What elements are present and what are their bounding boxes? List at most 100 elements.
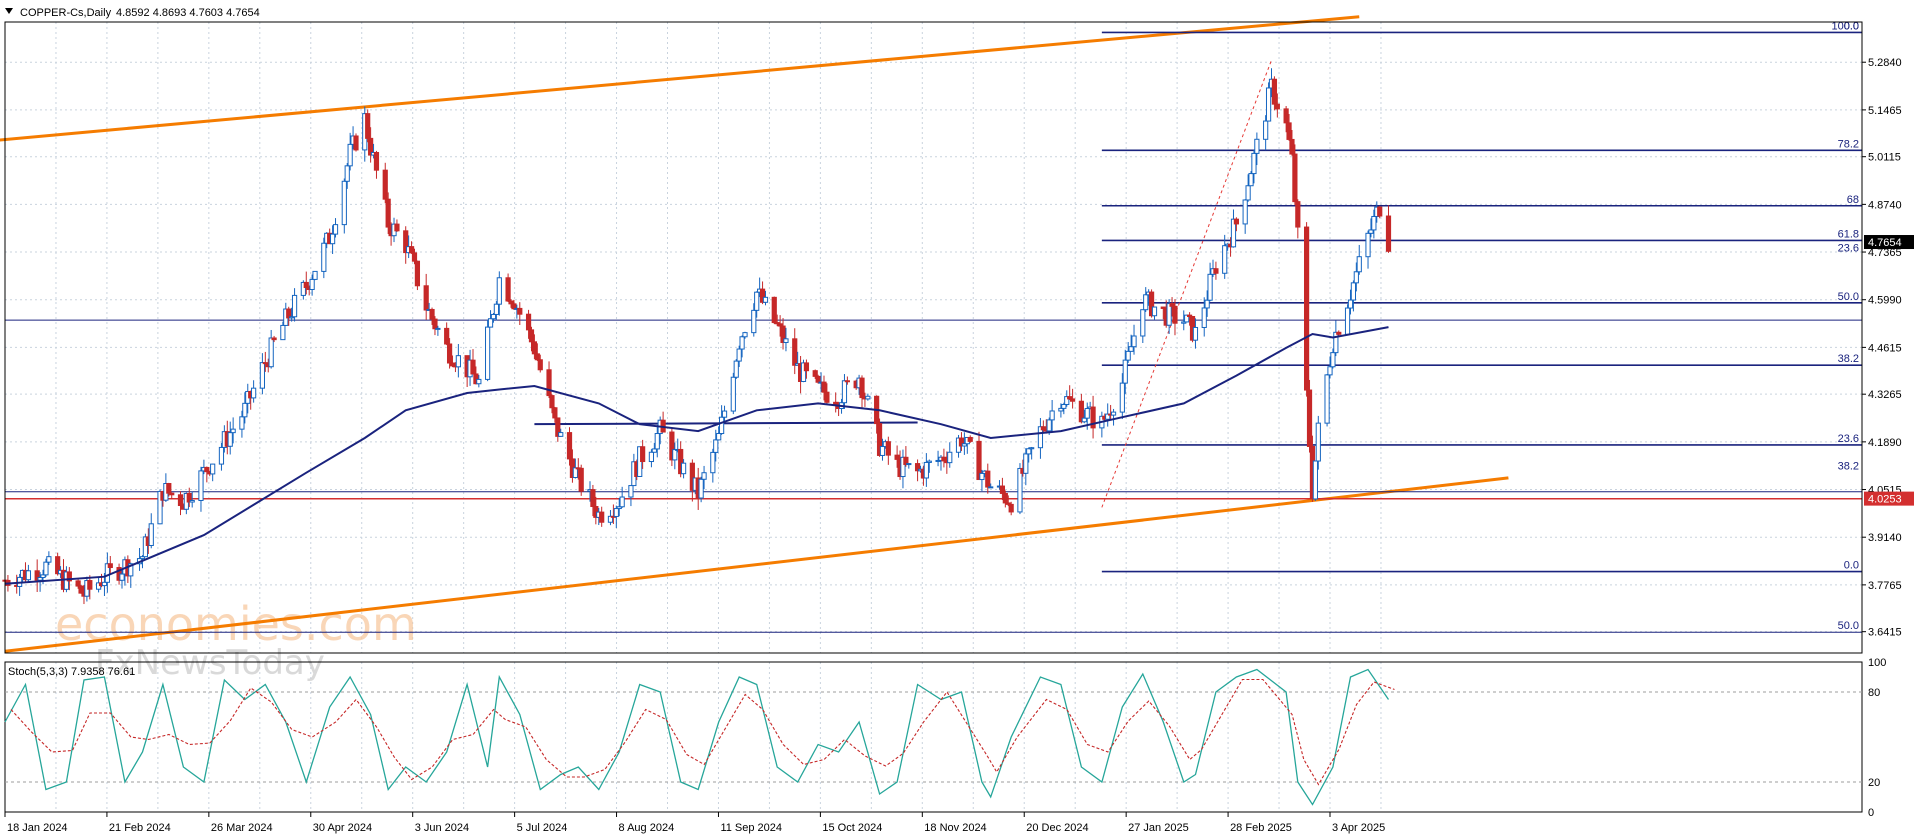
candle-body (1119, 382, 1125, 413)
candle-body (762, 296, 769, 303)
candle-body (78, 585, 84, 594)
candle-body (640, 446, 646, 463)
x-tick-label: 3 Jun 2024 (415, 822, 469, 834)
x-tick-label: 30 Apr 2024 (313, 822, 372, 834)
candle-body (941, 456, 947, 462)
candle-body (552, 407, 558, 419)
candle-body (713, 439, 719, 453)
candle-body (107, 563, 113, 569)
candle-body (303, 281, 309, 289)
candle-body (979, 472, 985, 481)
candle-body (783, 338, 789, 344)
candle-body (672, 449, 678, 461)
candle-body (75, 580, 81, 587)
candle-body (198, 470, 204, 501)
candle-body (119, 573, 125, 581)
candle-body (815, 375, 821, 383)
x-tick-label: 18 Jan 2024 (7, 822, 68, 834)
candle-body (455, 355, 461, 368)
candle-body (739, 336, 745, 350)
candle-body (1233, 218, 1240, 225)
candle-body (177, 494, 184, 507)
candle-body (429, 308, 435, 320)
fib-level-label: 50.0 (1838, 291, 1859, 303)
candle-body (373, 151, 380, 171)
candle-body (736, 348, 742, 362)
candle-body (599, 511, 605, 523)
candle-body (1081, 417, 1087, 423)
candle-body (648, 451, 655, 463)
candle-body (549, 395, 555, 409)
candle-body (394, 223, 400, 232)
candle-body (1377, 206, 1383, 217)
candle-body (490, 313, 497, 320)
candle-body (879, 446, 886, 456)
candle-body (985, 470, 991, 488)
candle-body (385, 198, 391, 228)
candle-body (721, 410, 728, 418)
x-tick-label: 26 Mar 2024 (211, 822, 273, 834)
candle-body (435, 327, 441, 330)
fib-level-label: 38.2 (1838, 461, 1859, 473)
candle-body (590, 489, 596, 507)
candle-body (1213, 268, 1219, 274)
candle-body (487, 318, 494, 328)
y-tick-label: 5.0115 (1868, 152, 1901, 164)
candle-body (1312, 460, 1318, 500)
candle-body (332, 224, 339, 235)
candle-body (321, 242, 327, 272)
y-tick-label: 4.5990 (1868, 295, 1902, 307)
candle-body (329, 233, 336, 245)
candle-body (309, 278, 315, 290)
candle-body (46, 556, 52, 563)
candle-body (1222, 245, 1228, 274)
candle-body (242, 402, 248, 418)
candle-body (1306, 389, 1313, 447)
candle-body (680, 462, 687, 475)
fib-level-label: 50.0 (1838, 620, 1859, 632)
candle-body (1002, 492, 1008, 504)
candle-body (1330, 352, 1336, 368)
candle-body (1336, 331, 1342, 335)
y-tick-label: 3.9140 (1868, 532, 1902, 544)
candle-body (312, 270, 318, 280)
candle-body (1327, 366, 1333, 376)
candle-body (1151, 306, 1158, 317)
candle-body (271, 337, 277, 341)
candle-body (1128, 346, 1134, 352)
candle-body (1344, 307, 1351, 335)
candle-body (87, 580, 93, 590)
candle-body (531, 341, 538, 355)
candle-body (923, 461, 929, 479)
candle-body (578, 467, 584, 492)
candle-body (1368, 229, 1374, 234)
candle-body (166, 483, 172, 494)
candle-body (1371, 215, 1377, 231)
x-tick-label: 28 Feb 2025 (1230, 822, 1292, 834)
stoch-level-label: 20 (1868, 777, 1880, 789)
candle-body (1017, 467, 1023, 513)
candle-body (812, 370, 818, 377)
candle-body (1353, 271, 1359, 284)
candle-body (268, 337, 274, 368)
candle-body (619, 496, 625, 508)
candle-body (1356, 256, 1362, 273)
candle-body (613, 508, 619, 517)
support-price-tag: 4.0253 (1868, 494, 1902, 506)
chart-header: COPPER-Cs,Daily 4.8592 4.8693 4.7603 4.7… (5, 7, 260, 19)
candle-body (1110, 411, 1117, 416)
fib-level-label: 61.8 (1838, 228, 1859, 240)
candle-body (341, 180, 347, 226)
candle-body (1201, 307, 1207, 328)
candle-body (1385, 215, 1392, 252)
candle-body (859, 377, 865, 399)
candle-body (1365, 232, 1371, 258)
candle-body (485, 326, 491, 380)
candle-body (169, 492, 175, 496)
candle-body (470, 359, 476, 375)
candle-body (517, 307, 523, 315)
fib-level-label: 0.0 (1844, 560, 1859, 572)
candle-body (824, 391, 830, 403)
fib-level-label: 78.2 (1838, 138, 1859, 150)
price-chart[interactable]: economies.com FxNewsToday 100.078.26861.… (0, 0, 1916, 840)
